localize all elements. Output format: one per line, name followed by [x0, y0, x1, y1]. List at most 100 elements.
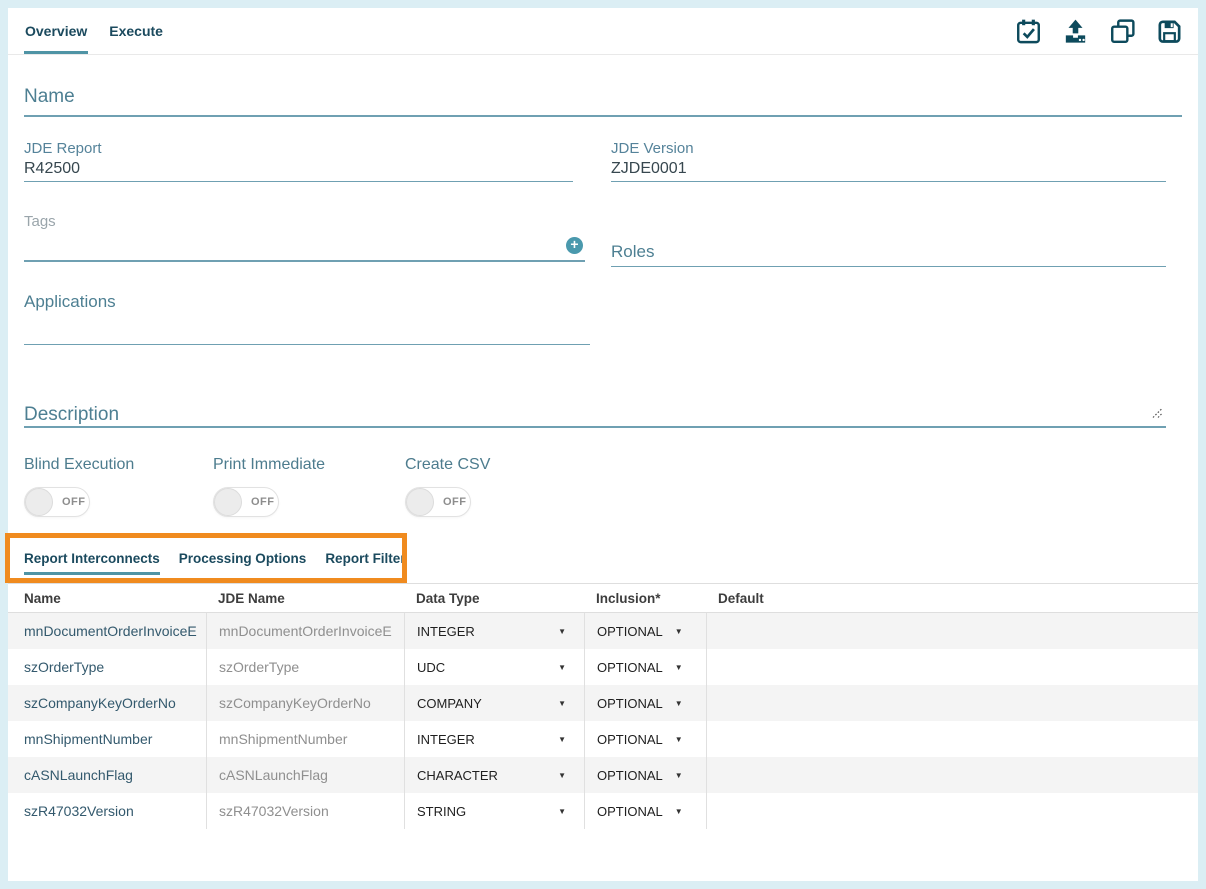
print-immediate-label: Print Immediate [213, 456, 325, 474]
inclusion-value: OPTIONAL [597, 660, 663, 675]
cell-default [706, 793, 1198, 829]
cell-name: szCompanyKeyOrderNo [8, 685, 206, 721]
inclusion-value: OPTIONAL [597, 768, 663, 783]
content-card: Overview Execute [8, 8, 1198, 881]
table-row: mnDocumentOrderInvoiceE mnDocumentOrderI… [8, 613, 1198, 649]
description-field-label: Description [24, 404, 119, 425]
data-type-select[interactable]: STRING ▼ [404, 793, 584, 829]
chevron-down-icon: ▼ [675, 699, 683, 708]
cell-default [706, 757, 1198, 793]
cell-name: mnShipmentNumber [8, 721, 206, 757]
inclusion-select[interactable]: OPTIONAL ▼ [584, 613, 706, 649]
data-type-select[interactable]: CHARACTER ▼ [404, 757, 584, 793]
data-type-select[interactable]: UDC ▼ [404, 649, 584, 685]
data-type-value: STRING [417, 804, 466, 819]
jde-version-field[interactable]: JDE Version ZJDE0001 [611, 140, 1166, 182]
column-header-jde-name: JDE Name [206, 591, 404, 606]
cell-name: szOrderType [8, 649, 206, 685]
tab-execute-label: Execute [109, 23, 163, 39]
tab-execute[interactable]: Execute [108, 8, 164, 54]
column-header-default: Default [706, 591, 1198, 606]
chevron-down-icon: ▼ [675, 663, 683, 672]
tab-report-interconnects[interactable]: Report Interconnects [24, 548, 160, 575]
save-icon[interactable] [1154, 16, 1184, 46]
chevron-down-icon: ▼ [558, 807, 566, 816]
data-type-value: INTEGER [417, 732, 475, 747]
chevron-down-icon: ▼ [558, 735, 566, 744]
toggle-knob [214, 488, 242, 516]
chevron-down-icon: ▼ [558, 663, 566, 672]
table-row: cASNLaunchFlag cASNLaunchFlag CHARACTER … [8, 757, 1198, 793]
cell-default [706, 649, 1198, 685]
jde-version-value: ZJDE0001 [611, 160, 1166, 178]
data-type-value: UDC [417, 660, 445, 675]
blind-execution-toggle-block: Blind Execution OFF [24, 456, 134, 517]
jde-report-value: R42500 [24, 160, 573, 178]
cell-default [706, 685, 1198, 721]
inclusion-value: OPTIONAL [597, 804, 663, 819]
add-tag-plus-icon[interactable]: + [566, 237, 583, 254]
table-row: szR47032Version szR47032Version STRING ▼… [8, 793, 1198, 829]
section-tab-bar: Report Interconnects Processing Options … [24, 548, 406, 575]
table-row: mnShipmentNumber mnShipmentNumber INTEGE… [8, 721, 1198, 757]
cell-jde-name: cASNLaunchFlag [206, 757, 404, 793]
name-field-label: Name [24, 86, 75, 107]
inclusion-select[interactable]: OPTIONAL ▼ [584, 721, 706, 757]
tab-processing-options-label: Processing Options [179, 551, 307, 566]
data-type-select[interactable]: INTEGER ▼ [404, 721, 584, 757]
cell-jde-name: szR47032Version [206, 793, 404, 829]
copy-icon[interactable] [1107, 16, 1137, 46]
data-type-value: CHARACTER [417, 768, 498, 783]
column-header-inclusion: Inclusion* [584, 591, 706, 606]
inclusion-select[interactable]: OPTIONAL ▼ [584, 649, 706, 685]
cell-default [706, 721, 1198, 757]
tab-processing-options[interactable]: Processing Options [179, 548, 307, 575]
tab-report-filter[interactable]: Report Filter [325, 548, 405, 575]
jde-version-label: JDE Version [611, 140, 1166, 157]
cell-jde-name: mnDocumentOrderInvoiceE [206, 613, 404, 649]
data-type-value: COMPANY [417, 696, 482, 711]
data-type-select[interactable]: COMPANY ▼ [404, 685, 584, 721]
toggle-state-label: OFF [62, 496, 86, 508]
data-type-select[interactable]: INTEGER ▼ [404, 613, 584, 649]
description-field[interactable]: Description [24, 404, 1166, 428]
blind-execution-toggle[interactable]: OFF [24, 487, 90, 517]
create-csv-label: Create CSV [405, 456, 490, 474]
chevron-down-icon: ▼ [558, 699, 566, 708]
roles-field[interactable]: Roles [611, 242, 1166, 267]
textarea-resize-handle-icon[interactable] [1149, 405, 1163, 424]
column-header-name: Name [8, 591, 206, 606]
upload-icon[interactable] [1060, 16, 1090, 46]
toggle-state-label: OFF [443, 496, 467, 508]
chevron-down-icon: ▼ [675, 735, 683, 744]
interconnects-table: Name JDE Name Data Type Inclusion* Defau… [8, 583, 1198, 829]
jde-report-field[interactable]: JDE Report R42500 [24, 140, 573, 182]
cell-default [706, 613, 1198, 649]
blind-execution-label: Blind Execution [24, 456, 134, 474]
create-csv-toggle[interactable]: OFF [405, 487, 471, 517]
chevron-down-icon: ▼ [558, 771, 566, 780]
data-type-value: INTEGER [417, 624, 475, 639]
tab-overview[interactable]: Overview [24, 8, 88, 54]
tab-report-filter-label: Report Filter [325, 551, 405, 566]
chevron-down-icon: ▼ [675, 807, 683, 816]
table-body: mnDocumentOrderInvoiceE mnDocumentOrderI… [8, 613, 1198, 829]
top-tab-bar: Overview Execute [8, 8, 1198, 55]
cell-name: cASNLaunchFlag [8, 757, 206, 793]
toggle-knob [25, 488, 53, 516]
roles-field-label: Roles [611, 242, 654, 261]
schedule-calendar-check-icon[interactable] [1013, 16, 1043, 46]
print-immediate-toggle[interactable]: OFF [213, 487, 279, 517]
name-field[interactable]: Name [24, 86, 1182, 117]
create-csv-toggle-block: Create CSV OFF [405, 456, 490, 517]
tab-overview-label: Overview [25, 23, 87, 39]
applications-field[interactable]: Applications [24, 292, 590, 345]
inclusion-value: OPTIONAL [597, 732, 663, 747]
inclusion-select[interactable]: OPTIONAL ▼ [584, 793, 706, 829]
tags-field[interactable]: Tags + [24, 213, 585, 262]
tags-field-placeholder: Tags [24, 213, 585, 230]
table-row: szCompanyKeyOrderNo szCompanyKeyOrderNo … [8, 685, 1198, 721]
inclusion-select[interactable]: OPTIONAL ▼ [584, 757, 706, 793]
toggle-state-label: OFF [251, 496, 275, 508]
inclusion-select[interactable]: OPTIONAL ▼ [584, 685, 706, 721]
